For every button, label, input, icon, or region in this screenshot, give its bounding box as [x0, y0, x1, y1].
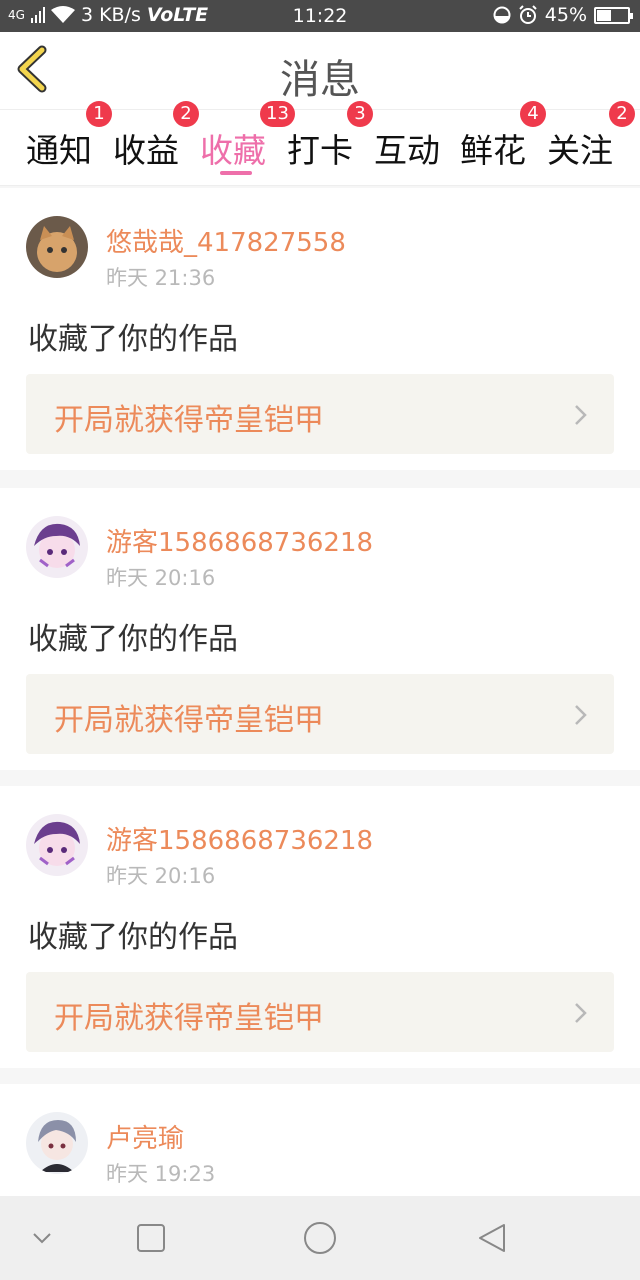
- chevron-right-icon: [575, 1003, 587, 1023]
- anime-boy-avatar[interactable]: [26, 1112, 88, 1174]
- username[interactable]: 游客1586868736218: [106, 820, 373, 857]
- tab-favorites[interactable]: 收藏 13: [190, 101, 295, 186]
- battery-percent: 45%: [544, 4, 587, 26]
- timestamp: 昨天 19:23: [106, 1162, 216, 1186]
- timestamp: 昨天 20:16: [106, 566, 216, 590]
- count-badge: 2: [609, 101, 635, 127]
- tab-label: 收藏: [200, 131, 266, 170]
- anime-girl-avatar[interactable]: [26, 516, 88, 578]
- tab-label: 鲜花: [460, 131, 526, 170]
- battery-level: [597, 9, 611, 21]
- tab-following[interactable]: 关注 2: [537, 101, 635, 186]
- app-header: 消息: [0, 32, 640, 110]
- system-nav-bar: [0, 1196, 640, 1280]
- message-card: 游客1586868736218 昨天 20:16 收藏了你的作品 开局就获得帝皇…: [0, 488, 640, 770]
- tab-bar: 通知 1 收益 2 收藏 13 打卡 3 互动 鲜花 4 关注 2: [0, 101, 640, 186]
- battery-icon: [594, 6, 633, 24]
- tab-label: 通知: [26, 131, 92, 170]
- tab-interactions[interactable]: 互动: [364, 110, 450, 186]
- message-card: 悠哉哉_417827558 昨天 21:36 收藏了你的作品 开局就获得帝皇铠甲: [0, 188, 640, 470]
- action-text: 收藏了你的作品: [28, 920, 238, 955]
- triangle-back-icon[interactable]: [474, 1220, 510, 1256]
- timestamp: 昨天 20:16: [106, 864, 216, 888]
- message-card: 卢亮瑜 昨天 19:23: [0, 1084, 640, 1196]
- tab-label: 收益: [113, 131, 179, 170]
- tab-earnings[interactable]: 收益 2: [103, 101, 199, 186]
- action-text: 收藏了你的作品: [28, 622, 238, 657]
- active-tab-indicator: [220, 171, 252, 175]
- circle-icon[interactable]: [302, 1220, 338, 1256]
- work-title: 开局就获得帝皇铠甲: [54, 703, 324, 738]
- chevron-right-icon: [575, 705, 587, 725]
- username[interactable]: 游客1586868736218: [106, 522, 373, 559]
- work-title: 开局就获得帝皇铠甲: [54, 403, 324, 438]
- cat-avatar[interactable]: [26, 216, 88, 278]
- work-link[interactable]: 开局就获得帝皇铠甲: [26, 374, 614, 454]
- username[interactable]: 悠哉哉_417827558: [106, 222, 346, 259]
- message-card: 游客1586868736218 昨天 20:16 收藏了你的作品 开局就获得帝皇…: [0, 786, 640, 1068]
- page-title: 消息: [280, 57, 360, 103]
- square-icon[interactable]: [133, 1220, 169, 1256]
- tab-label: 关注: [547, 131, 613, 170]
- work-link[interactable]: 开局就获得帝皇铠甲: [26, 674, 614, 754]
- username[interactable]: 卢亮瑜: [106, 1118, 184, 1155]
- action-text: 收藏了你的作品: [28, 322, 238, 357]
- tab-label: 打卡: [287, 131, 353, 170]
- alarm-icon: [519, 5, 537, 24]
- tab-check-in[interactable]: 打卡 3: [277, 101, 373, 186]
- work-link[interactable]: 开局就获得帝皇铠甲: [26, 972, 614, 1052]
- tab-label: 互动: [374, 131, 440, 170]
- chevron-down-icon[interactable]: [24, 1220, 60, 1256]
- timestamp: 昨天 21:36: [106, 266, 216, 290]
- status-bar: 4G 3 KB/s VoLTE 11:22 45%: [0, 0, 640, 32]
- work-title: 开局就获得帝皇铠甲: [54, 1001, 324, 1036]
- chevron-right-icon: [575, 405, 587, 425]
- anime-girl-avatar[interactable]: [26, 814, 88, 876]
- tab-flowers[interactable]: 鲜花 4: [450, 101, 546, 186]
- data-saver-icon: [493, 6, 511, 24]
- tab-notifications[interactable]: 通知 1: [16, 101, 112, 186]
